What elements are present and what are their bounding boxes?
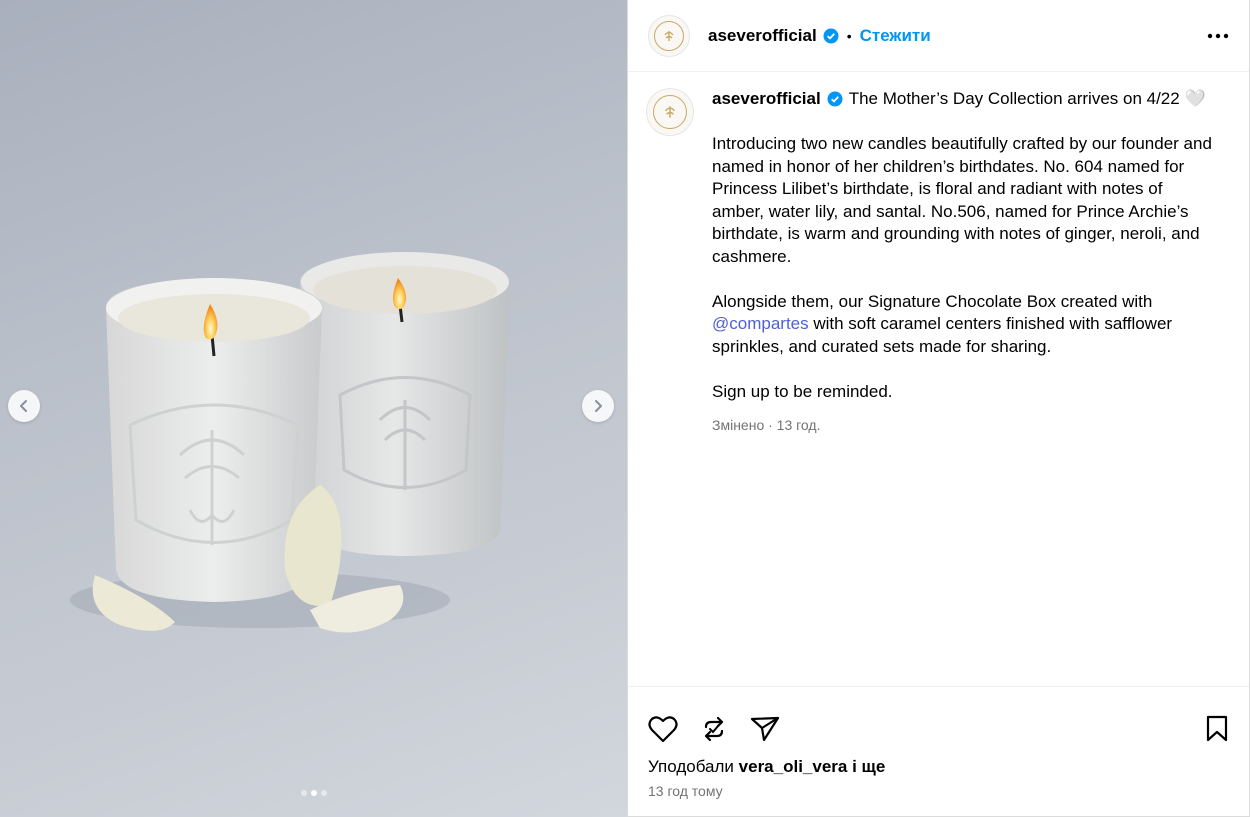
mention-link[interactable]: @compartes [712,314,809,333]
post-header: aseverofficial • Стежити [628,0,1249,72]
verified-badge-icon [823,28,839,44]
caption-text-segment: Alongside them, our Signature Chocolate … [712,291,1153,311]
post-media[interactable] [0,0,627,817]
carousel-indicator [0,790,627,796]
verified-badge-icon [827,91,843,107]
likes-more-link[interactable]: і ще [852,757,885,776]
post-side-panel: aseverofficial • Стежити aseverofficial [627,0,1250,817]
logo-icon [654,20,684,51]
avatar[interactable] [646,88,694,136]
chevron-right-icon [595,400,602,412]
caption: aseverofficial The Mother’s Day Collecti… [646,88,1231,436]
post-timestamp[interactable]: 13 год тому [628,777,1249,799]
carousel-prev-button[interactable] [8,390,40,422]
action-bar: Уподобали vera_oli_vera і ще 13 год тому [628,686,1249,817]
carousel-dot [320,790,327,796]
username-link[interactable]: aseverofficial [708,26,817,46]
bookmark-icon[interactable] [1205,715,1229,743]
caption-text: aseverofficial The Mother’s Day Collecti… [712,88,1212,436]
follow-button[interactable]: Стежити [860,26,931,46]
carousel-dot [300,790,307,796]
caption-username-link[interactable]: aseverofficial [712,88,821,111]
repost-icon[interactable] [700,715,728,743]
edited-meta: Змінено · 13 год. [712,416,821,433]
heart-icon[interactable] [648,715,678,743]
more-options-icon[interactable] [1207,33,1229,39]
likes-summary: Уподобали vera_oli_vera і ще [628,753,1249,777]
avatar[interactable] [648,14,690,57]
likes-prefix: Уподобали [648,757,734,776]
carousel-dot-active [310,790,317,796]
caption-title: The Mother’s Day Collection arrives on 4… [848,89,1206,108]
caption-paragraph: Alongside them, our Signature Chocolate … [712,291,1212,359]
caption-paragraph: Introducing two new candles beautifully … [712,134,1212,266]
likes-user-link[interactable]: vera_oli_vera [739,757,848,776]
send-icon[interactable] [750,715,780,743]
candles-photo [70,252,510,633]
action-buttons [628,687,1249,753]
carousel-next-button[interactable] [582,390,614,422]
caption-paragraph: Sign up to be reminded. [712,381,893,401]
comments-area[interactable]: aseverofficial The Mother’s Day Collecti… [628,72,1249,686]
logo-icon [653,95,687,129]
separator: • [846,27,852,44]
chevron-left-icon [20,400,27,412]
